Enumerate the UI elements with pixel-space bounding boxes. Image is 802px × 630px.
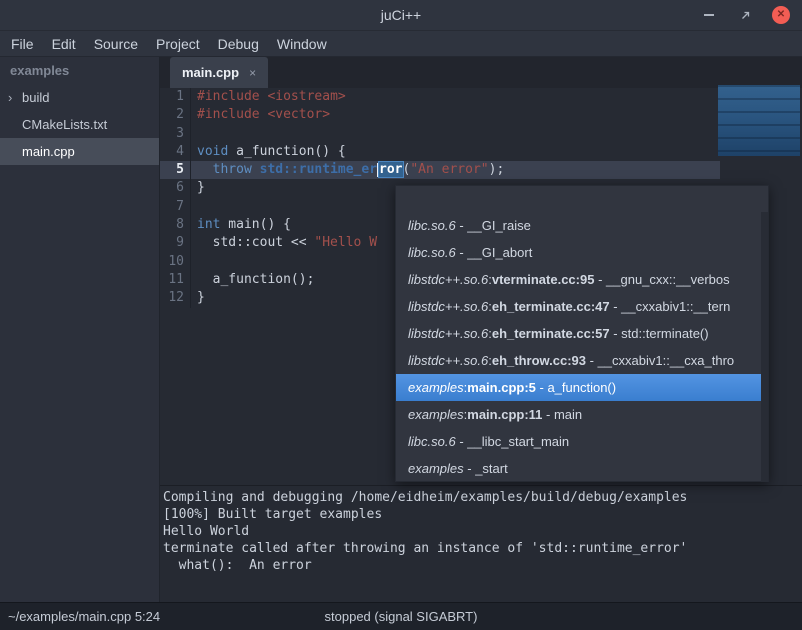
line-number[interactable]: 8 bbox=[160, 216, 191, 234]
file-browser-panel: examples › build CMakeLists.txt main.cpp bbox=[0, 57, 160, 602]
frame-module: libstdc++.so.6 bbox=[408, 299, 488, 314]
line-number[interactable]: 3 bbox=[160, 125, 191, 143]
frame-module: libc.so.6 bbox=[408, 245, 456, 260]
stack-frame-row[interactable]: examples:main.cpp:5 - a_function() bbox=[396, 374, 768, 401]
window-controls: ✕ bbox=[700, 0, 790, 30]
code-text: std::cout << "Hello W bbox=[191, 234, 377, 252]
code-text: int main() { bbox=[191, 216, 291, 234]
menu-debug[interactable]: Debug bbox=[209, 31, 268, 56]
menu-edit[interactable]: Edit bbox=[43, 31, 85, 56]
line-number[interactable]: 7 bbox=[160, 198, 191, 216]
tree-item-label: CMakeLists.txt bbox=[22, 117, 107, 132]
tab-bar: main.cpp × bbox=[160, 57, 802, 88]
stack-frame-row[interactable]: libc.so.6 - __GI_abort bbox=[396, 239, 768, 266]
frame-location: vterminate.cc:95 bbox=[492, 272, 595, 287]
stack-frame-row[interactable]: libstdc++.so.6:eh_terminate.cc:57 - std:… bbox=[396, 320, 768, 347]
tab-close-icon[interactable]: × bbox=[249, 66, 256, 80]
frame-module: examples bbox=[408, 407, 464, 422]
minimize-icon bbox=[704, 14, 714, 16]
minimize-button[interactable] bbox=[700, 6, 718, 24]
frame-location: eh_throw.cc:93 bbox=[492, 353, 586, 368]
window-title: juCi++ bbox=[381, 7, 421, 23]
tree-item-label: build bbox=[22, 90, 49, 105]
code-text: void a_function() { bbox=[191, 143, 346, 161]
popup-scrollbar[interactable] bbox=[761, 212, 768, 482]
restore-button[interactable] bbox=[736, 6, 754, 24]
file-tree: › build CMakeLists.txt main.cpp bbox=[0, 84, 159, 165]
terminal-line: [100%] Built target examples bbox=[163, 506, 800, 523]
menu-bar: FileEditSourceProjectDebugWindow bbox=[0, 31, 802, 57]
frame-location: eh_terminate.cc:57 bbox=[492, 326, 610, 341]
terminal-line: Compiling and debugging /home/eidheim/ex… bbox=[163, 489, 800, 506]
line-number[interactable]: 9 bbox=[160, 234, 191, 252]
terminal-line: Hello World bbox=[163, 523, 800, 540]
frame-module: libc.so.6 bbox=[408, 434, 456, 449]
code-text: #include <iostream> bbox=[191, 88, 346, 106]
stack-frame-row[interactable]: examples:main.cpp:11 - main bbox=[396, 401, 768, 428]
code-line-4[interactable]: 4void a_function() { bbox=[160, 143, 802, 161]
file-position: ~/examples/main.cpp 5:24 bbox=[8, 609, 160, 624]
close-button[interactable]: ✕ bbox=[772, 6, 790, 24]
menu-source[interactable]: Source bbox=[85, 31, 147, 56]
title-bar[interactable]: juCi++ ✕ bbox=[0, 0, 802, 31]
stack-frame-row[interactable]: libstdc++.so.6:eh_throw.cc:93 - __cxxabi… bbox=[396, 347, 768, 374]
tree-item-main.cpp[interactable]: main.cpp bbox=[0, 138, 159, 165]
tab-main-cpp[interactable]: main.cpp × bbox=[170, 57, 268, 88]
tree-item-label: main.cpp bbox=[22, 144, 75, 159]
line-number[interactable]: 1 bbox=[160, 88, 191, 106]
chevron-right-icon: › bbox=[8, 89, 12, 104]
stack-trace-popup: libc.so.6 - __GI_raiselibc.so.6 - __GI_a… bbox=[395, 185, 769, 482]
stack-frame-list: libc.so.6 - __GI_raiselibc.so.6 - __GI_a… bbox=[396, 212, 768, 482]
code-line-1[interactable]: 1#include <iostream> bbox=[160, 88, 802, 106]
popup-spacer bbox=[396, 186, 768, 212]
code-text: throw std::runtime_error("An error"); bbox=[191, 161, 504, 179]
frame-location: main.cpp:5 bbox=[467, 380, 536, 395]
line-number[interactable]: 4 bbox=[160, 143, 191, 161]
tree-item-cmakelists.txt[interactable]: CMakeLists.txt bbox=[0, 111, 159, 138]
menu-file[interactable]: File bbox=[2, 31, 43, 56]
code-line-3[interactable]: 3 bbox=[160, 125, 802, 143]
frame-module: examples bbox=[408, 461, 464, 476]
line-number[interactable]: 5 bbox=[160, 161, 191, 179]
terminal-line: terminate called after throwing an insta… bbox=[163, 540, 800, 557]
stack-frame-row[interactable]: libstdc++.so.6:eh_terminate.cc:47 - __cx… bbox=[396, 293, 768, 320]
line-number[interactable]: 10 bbox=[160, 253, 191, 271]
terminal-output[interactable]: Compiling and debugging /home/eidheim/ex… bbox=[160, 485, 802, 602]
frame-module: libc.so.6 bbox=[408, 218, 456, 233]
close-icon: ✕ bbox=[777, 10, 785, 20]
code-text: #include <vector> bbox=[191, 106, 330, 124]
code-text: a_function(); bbox=[191, 271, 314, 289]
frame-module: examples bbox=[408, 380, 464, 395]
status-bar: stopped (signal SIGABRT) ~/examples/main… bbox=[0, 602, 802, 630]
line-number[interactable]: 11 bbox=[160, 271, 191, 289]
frame-module: libstdc++.so.6 bbox=[408, 353, 488, 368]
line-number[interactable]: 12 bbox=[160, 289, 191, 307]
menu-project[interactable]: Project bbox=[147, 31, 209, 56]
frame-location: eh_terminate.cc:47 bbox=[492, 299, 610, 314]
line-number[interactable]: 6 bbox=[160, 179, 191, 197]
stack-frame-row[interactable]: examples - _start bbox=[396, 455, 768, 482]
code-text: } bbox=[191, 179, 205, 197]
stack-frame-row[interactable]: libc.so.6 - __GI_raise bbox=[396, 212, 768, 239]
frame-location: main.cpp:11 bbox=[467, 407, 542, 422]
juci-window: juCi++ ✕ FileEditSourceProjectDebugWindo… bbox=[0, 0, 802, 630]
terminal-line: what(): An error bbox=[163, 557, 800, 574]
code-line-5[interactable]: 5 throw std::runtime_error("An error"); bbox=[160, 161, 720, 179]
project-name: examples bbox=[0, 57, 159, 84]
code-line-2[interactable]: 2#include <vector> bbox=[160, 106, 802, 124]
tree-item-build[interactable]: › build bbox=[0, 84, 159, 111]
stack-frame-row[interactable]: libc.so.6 - __libc_start_main bbox=[396, 428, 768, 455]
menu-window[interactable]: Window bbox=[268, 31, 336, 56]
tooltip-fragment bbox=[718, 85, 800, 156]
line-number[interactable]: 2 bbox=[160, 106, 191, 124]
restore-icon bbox=[740, 10, 751, 21]
frame-module: libstdc++.so.6 bbox=[408, 272, 488, 287]
code-text: } bbox=[191, 289, 205, 307]
frame-module: libstdc++.so.6 bbox=[408, 326, 488, 341]
tab-label: main.cpp bbox=[182, 65, 239, 80]
stack-frame-row[interactable]: libstdc++.so.6:vterminate.cc:95 - __gnu_… bbox=[396, 266, 768, 293]
